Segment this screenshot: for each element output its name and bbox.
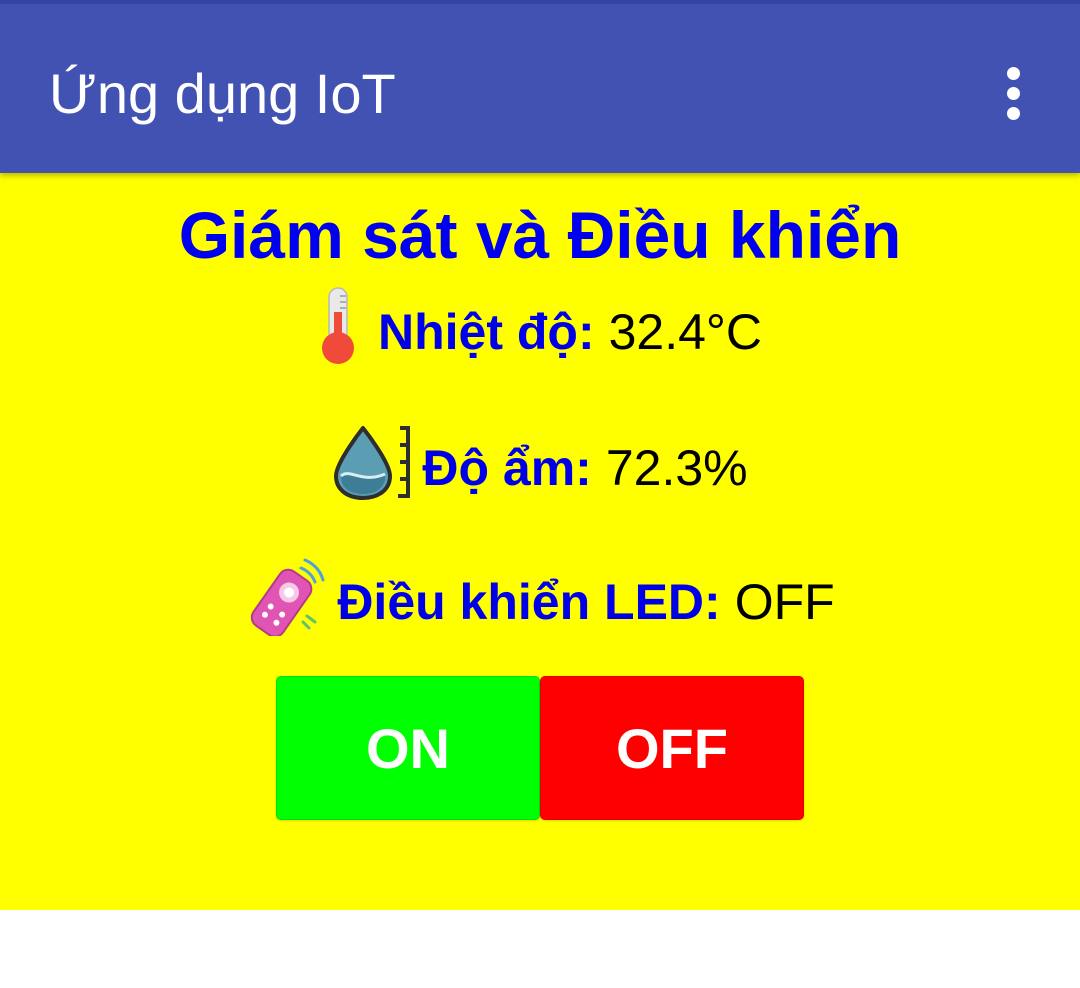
led-row: Điều khiển LED: OFF — [0, 558, 1080, 638]
led-status-value: OFF — [734, 574, 835, 630]
humidity-value: 72.3% — [605, 440, 748, 496]
water-drop-icon — [332, 424, 416, 513]
main-content: Giám sát và Điều khiển Nhiệt độ: 32.4°C — [0, 173, 1080, 910]
on-button[interactable]: ON — [276, 676, 540, 820]
humidity-row: Độ ẩm: 72.3% — [0, 425, 1080, 503]
temperature-label: Nhiệt độ: — [377, 304, 595, 360]
off-button[interactable]: OFF — [540, 676, 804, 820]
thermometer-icon — [318, 286, 358, 379]
temperature-value: 32.4°C — [608, 304, 763, 360]
temperature-row: Nhiệt độ: 32.4°C — [0, 286, 1080, 367]
more-vert-icon[interactable] — [994, 64, 1034, 124]
app-title: Ứng dụng IoT — [49, 62, 396, 125]
app-bar: Ứng dụng IoT — [0, 0, 1080, 173]
led-label: Điều khiển LED: — [337, 574, 721, 630]
remote-control-icon — [245, 556, 325, 649]
humidity-label: Độ ẩm: — [422, 440, 592, 496]
page-heading: Giám sát và Điều khiển — [178, 198, 902, 272]
